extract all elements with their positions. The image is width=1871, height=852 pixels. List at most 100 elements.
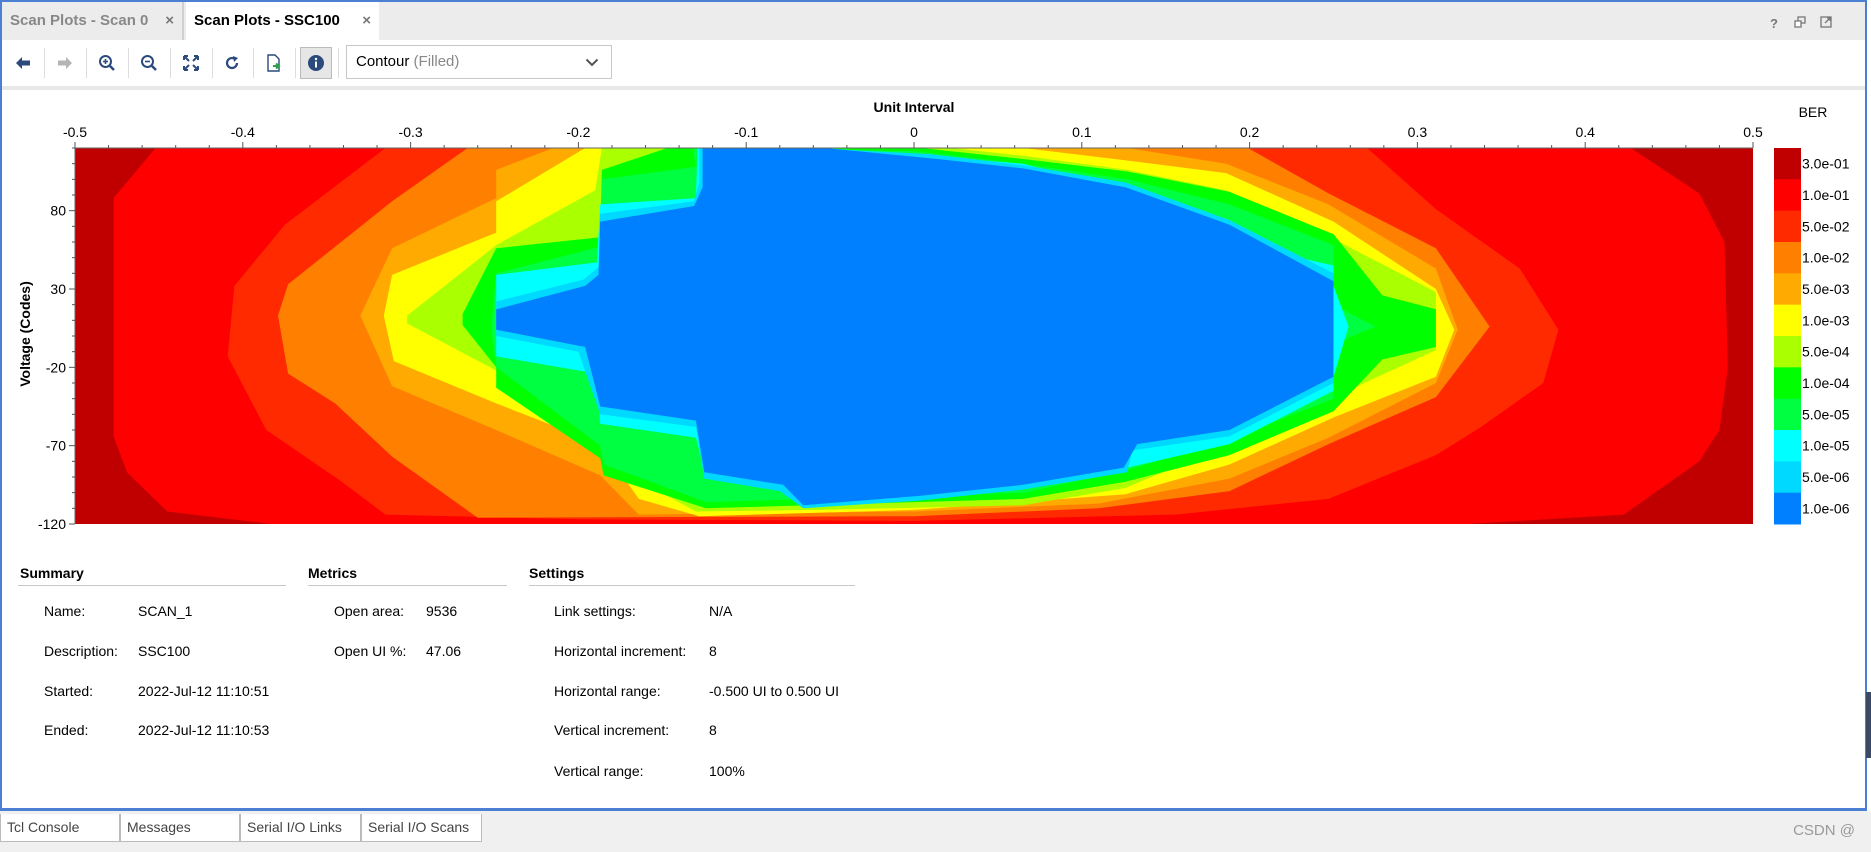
divider [18, 585, 286, 586]
metrics-label: Open UI %: [334, 643, 407, 659]
summary-label: Name: [44, 603, 86, 619]
y-tick-label: -70 [46, 438, 66, 454]
info-icon [308, 55, 324, 71]
settings-label: Vertical range: [554, 763, 644, 779]
x-tick-label: -0.1 [734, 124, 758, 140]
summary-label: Ended: [44, 722, 89, 738]
y-tick-label: 80 [50, 203, 66, 219]
watermark: CSDN @ [1793, 822, 1855, 839]
colorbar-label: 1.0e-03 [1802, 312, 1850, 328]
colorbar-label: 5.0e-05 [1802, 406, 1850, 422]
x-tick-label: 0 [910, 124, 918, 140]
bottom-tab-bar: Tcl Console Messages Serial I/O Links Se… [0, 811, 1871, 852]
close-icon[interactable]: × [362, 2, 371, 40]
settings-label: Horizontal increment: [554, 643, 687, 659]
zoom-out-icon [141, 55, 157, 71]
zoom-in-button[interactable] [91, 47, 123, 79]
settings-value: N/A [709, 603, 733, 619]
colorbar-swatch [1774, 461, 1801, 494]
settings-value: 8 [709, 643, 717, 659]
y-axis-label: Voltage (Codes) [17, 281, 33, 387]
y-axis: 80 30 -20 -70 -120 [38, 147, 76, 532]
settings-label: Horizontal range: [554, 683, 661, 699]
x-tick-label: -0.4 [231, 124, 255, 140]
settings-value: 100% [709, 763, 745, 779]
tab-tcl-console[interactable]: Tcl Console [0, 814, 120, 842]
close-icon[interactable]: × [165, 2, 174, 40]
x-tick-label: 0.3 [1408, 124, 1428, 140]
zoom-out-button[interactable] [133, 47, 165, 79]
colorbar-label: 5.0e-06 [1802, 469, 1850, 485]
colorbar-title: BER [1799, 104, 1828, 120]
settings-value: -0.500 UI to 0.500 UI [709, 683, 839, 699]
colorbar-swatch [1774, 430, 1801, 462]
settings-label: Vertical increment: [554, 722, 670, 738]
x-tick-label: 0.2 [1240, 124, 1260, 140]
metrics-value: 47.06 [426, 643, 462, 659]
float-icon[interactable] [1820, 16, 1832, 31]
colorbar-swatch [1774, 336, 1801, 368]
x-tick-label: 0.1 [1072, 124, 1092, 140]
colorbar-label: 5.0e-04 [1802, 344, 1850, 360]
toolbar [2, 40, 1865, 86]
colorbar-swatch [1774, 398, 1801, 431]
tab-serial-io-scans[interactable]: Serial I/O Scans [361, 814, 482, 842]
summary-value: SSC100 [138, 643, 191, 659]
y-tick-label: -20 [46, 359, 66, 375]
colorbar-swatch [1774, 304, 1801, 337]
colorbar-label: 1.0e-06 [1802, 500, 1850, 516]
plot-type-qualifier: (Filled) [413, 53, 460, 70]
colorbar-label: 1.0e-05 [1802, 438, 1850, 454]
restore-icon[interactable] [1794, 16, 1806, 31]
y-tick-label: 30 [50, 281, 66, 297]
summary-heading: Summary [20, 565, 84, 581]
summary-label: Description: [44, 643, 118, 659]
info-button[interactable] [300, 47, 332, 79]
colorbar-label: 5.0e-03 [1802, 281, 1850, 297]
zoom-in-icon [99, 55, 115, 71]
tab-serial-io-links[interactable]: Serial I/O Links [240, 814, 361, 842]
panel-resize-handle[interactable] [1866, 692, 1871, 758]
back-button[interactable] [7, 47, 39, 79]
summary-value: SCAN_1 [138, 603, 193, 619]
x-tick-label: 0.5 [1743, 124, 1763, 140]
metrics-label: Open area: [334, 603, 405, 619]
tab-scan-0[interactable]: Scan Plots - Scan 0 × [2, 2, 184, 40]
refresh-button[interactable] [216, 47, 248, 79]
summary-value: 2022-Jul-12 11:10:53 [138, 722, 270, 738]
settings-label: Link settings: [554, 603, 636, 619]
x-tick-label: -0.5 [63, 124, 87, 140]
contour-plot-area [75, 148, 1753, 524]
chevron-down-icon [585, 58, 599, 67]
colorbar-label: 5.0e-02 [1802, 218, 1850, 234]
settings-heading: Settings [529, 565, 585, 581]
colorbar-swatch [1774, 273, 1801, 306]
metrics-value: 9536 [426, 603, 458, 619]
colorbar-label: 3.0e-01 [1802, 156, 1850, 172]
plot-type-value: Contour [356, 53, 410, 70]
x-tick-label: -0.3 [399, 124, 423, 140]
colorbar-swatch [1774, 148, 1801, 180]
tab-messages[interactable]: Messages [120, 814, 240, 842]
forward-button[interactable] [49, 47, 81, 79]
plot-type-dropdown[interactable]: Contour (Filled) [346, 45, 612, 79]
tab-ssc100[interactable]: Scan Plots - SSC100 × [186, 2, 379, 40]
fit-button[interactable] [175, 47, 207, 79]
help-icon[interactable]: ? [1770, 16, 1778, 31]
export-button[interactable] [258, 47, 290, 79]
colorbar-swatch [1774, 210, 1801, 243]
summary-label: Started: [44, 683, 94, 699]
eye-scan-contour-chart[interactable]: Unit Interval Voltage (Codes) BER -0.5 -0… [0, 90, 1860, 540]
tab-label: Scan Plots - Scan 0 [10, 12, 149, 29]
export-icon [267, 54, 281, 72]
x-tick-label: 0.4 [1575, 124, 1595, 140]
fit-icon [183, 55, 199, 71]
back-icon [16, 57, 30, 69]
colorbar-swatch [1774, 367, 1801, 400]
colorbar-label: 1.0e-01 [1802, 187, 1850, 203]
summary-value: 2022-Jul-12 11:10:51 [138, 683, 270, 699]
metrics-heading: Metrics [308, 565, 358, 581]
tab-label: Scan Plots - SSC100 [194, 12, 340, 29]
x-tick-label: -0.2 [566, 124, 590, 140]
colorbar-swatch [1774, 242, 1801, 274]
